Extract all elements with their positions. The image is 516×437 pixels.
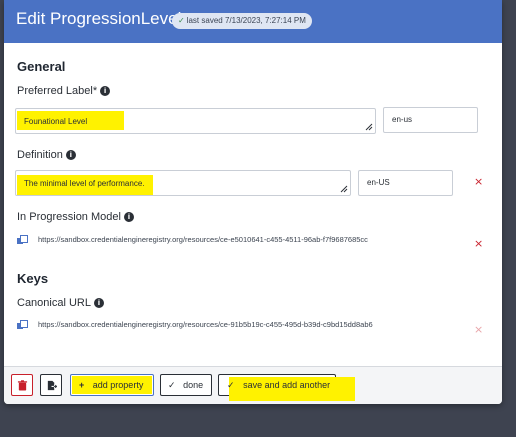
done-label: done <box>183 380 204 390</box>
check-icon: ✓ <box>227 380 235 390</box>
info-icon[interactable]: i <box>65 150 76 160</box>
link-icon[interactable] <box>17 235 28 245</box>
remove-definition-icon[interactable]: × <box>474 175 483 188</box>
preferred-label-input[interactable]: Founational Level <box>15 108 376 134</box>
preferred-label-language-input[interactable]: en-us <box>383 107 478 133</box>
check-icon: ✓ <box>168 380 176 390</box>
remove-canonical-url-icon[interactable]: × <box>474 323 483 336</box>
edit-dialog: Edit ProgressionLevel ✓ last saved 7/13/2… <box>4 0 502 404</box>
export-button[interactable] <box>40 374 62 396</box>
canonical-url-value[interactable]: https://sandbox.credentialengineregistry… <box>38 320 373 329</box>
canonical-url-label: Canonical URL i <box>17 297 104 309</box>
done-button[interactable]: ✓ done <box>160 374 212 396</box>
in-progression-model-label: In Progression Model i <box>17 211 134 223</box>
resize-handle-icon[interactable] <box>365 123 373 131</box>
save-and-add-another-label: save and add another <box>243 380 331 390</box>
info-icon[interactable]: i <box>100 86 111 96</box>
last-saved-badge: ✓ last saved 7/13/2023, 7:27:14 PM <box>172 13 312 29</box>
preferred-label-text: Preferred Label* <box>17 85 98 97</box>
trash-icon <box>17 380 28 391</box>
export-icon <box>47 380 57 391</box>
canonical-url-text: Canonical URL <box>17 297 91 309</box>
definition-label-text: Definition <box>17 149 63 161</box>
in-progression-model-url[interactable]: https://sandbox.credentialengineregistry… <box>38 235 368 244</box>
section-title-general: General <box>17 59 66 74</box>
definition-language-input[interactable]: en-US <box>358 170 453 196</box>
preferred-label-value: Founational Level <box>24 117 88 126</box>
plus-icon: + <box>79 380 85 390</box>
definition-label: Definition i <box>17 149 76 161</box>
canonical-url-link[interactable]: https://sandbox.credentialengineregistry… <box>17 320 373 330</box>
add-property-button[interactable]: + add property <box>70 374 154 396</box>
section-title-keys: Keys <box>17 271 49 286</box>
preferred-label-language: en-us <box>392 115 413 124</box>
add-property-label: add property <box>92 380 144 390</box>
dialog-header: Edit ProgressionLevel ✓ last saved 7/13/2… <box>4 0 502 43</box>
info-icon[interactable]: i <box>93 298 104 308</box>
resize-handle-icon[interactable] <box>340 185 348 193</box>
in-progression-model-text: In Progression Model <box>17 211 121 223</box>
dialog-footer: + add property ✓ done ✓ save and add ano… <box>4 366 502 404</box>
definition-input[interactable]: The minimal level of performance. <box>15 170 351 196</box>
last-saved-text: last saved 7/13/2023, 7:27:14 PM <box>186 16 306 25</box>
save-and-add-another-button[interactable]: ✓ save and add another <box>218 374 355 401</box>
info-icon[interactable]: i <box>123 212 134 222</box>
definition-language: en-US <box>367 178 390 187</box>
dialog-title: Edit ProgressionLevel <box>16 9 182 28</box>
preferred-label-label: Preferred Label* i <box>17 85 111 97</box>
remove-progression-model-icon[interactable]: × <box>474 237 483 250</box>
in-progression-model-link[interactable]: https://sandbox.credentialengineregistry… <box>17 235 368 245</box>
check-icon: ✓ <box>178 16 185 25</box>
definition-value: The minimal level of performance. <box>24 179 145 188</box>
link-icon[interactable] <box>17 320 28 330</box>
delete-button[interactable] <box>11 374 33 396</box>
